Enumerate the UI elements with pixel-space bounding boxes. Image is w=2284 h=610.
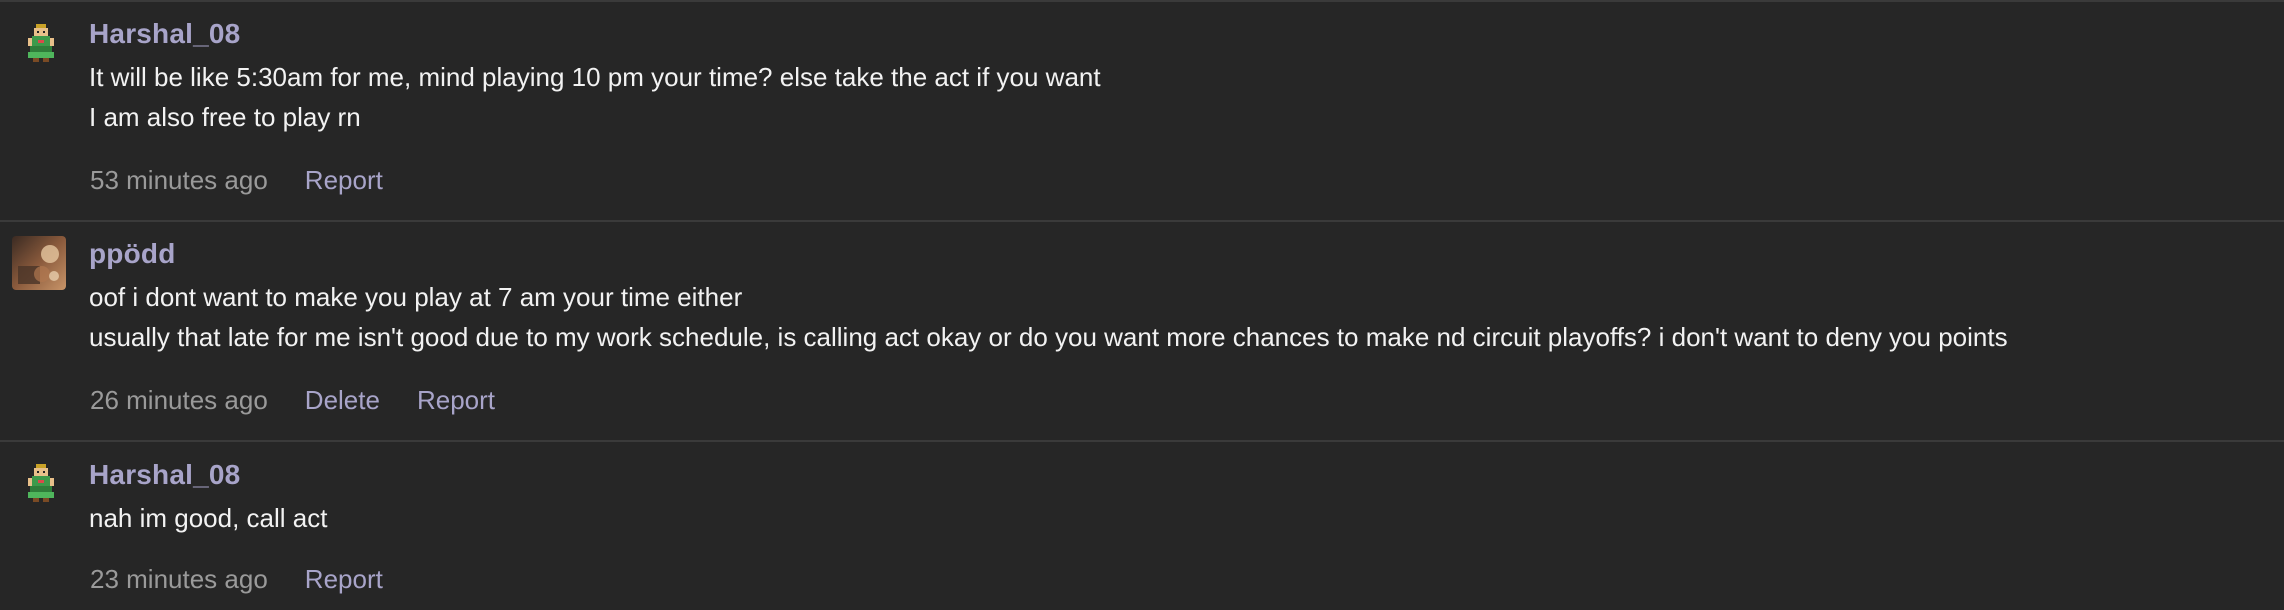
- comment-line: I am also free to play rn: [89, 102, 361, 132]
- pixel-character-green-icon: [18, 20, 64, 66]
- report-link[interactable]: Report: [305, 564, 383, 595]
- comment-line: It will be like 5:30am for me, mind play…: [89, 62, 1101, 92]
- comment-item: Harshal_08 It will be like 5:30am for me…: [0, 2, 2284, 222]
- avatar[interactable]: [18, 460, 64, 506]
- comment-body: oof i dont want to make you play at 7 am…: [89, 277, 2008, 357]
- avatar[interactable]: [12, 236, 66, 290]
- comment-body: nah im good, call act: [89, 498, 327, 538]
- comment-body: It will be like 5:30am for me, mind play…: [89, 57, 1101, 137]
- comment-line: usually that late for me isn't good due …: [89, 322, 2008, 352]
- comment-meta: 26 minutes ago Delete Report: [90, 385, 532, 416]
- pixel-character-green-icon: [18, 460, 64, 506]
- comment-meta: 23 minutes ago Report: [90, 564, 420, 595]
- comment-thread: Harshal_08 It will be like 5:30am for me…: [0, 0, 2284, 610]
- comment-item: Harshal_08 nah im good, call act 23 minu…: [0, 442, 2284, 610]
- report-link[interactable]: Report: [305, 165, 383, 196]
- username[interactable]: Harshal_08: [89, 459, 240, 491]
- timestamp: 26 minutes ago: [90, 385, 268, 415]
- delete-link[interactable]: Delete: [305, 385, 380, 416]
- report-link[interactable]: Report: [417, 385, 495, 416]
- comment-meta: 53 minutes ago Report: [90, 165, 420, 196]
- photo-avatar-icon: [12, 236, 66, 290]
- comment-item: ppödd oof i dont want to make you play a…: [0, 222, 2284, 442]
- timestamp: 23 minutes ago: [90, 564, 268, 594]
- timestamp: 53 minutes ago: [90, 165, 268, 195]
- username[interactable]: ppödd: [89, 238, 176, 270]
- username[interactable]: Harshal_08: [89, 18, 240, 50]
- avatar[interactable]: [18, 20, 64, 66]
- comment-line: oof i dont want to make you play at 7 am…: [89, 282, 743, 312]
- comment-line: nah im good, call act: [89, 503, 328, 533]
